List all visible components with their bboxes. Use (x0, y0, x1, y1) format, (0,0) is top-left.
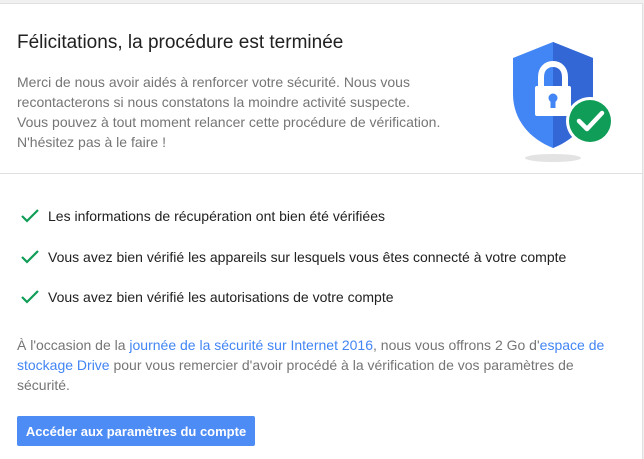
description-text: Merci de nous avoir aidés à renforcer vo… (17, 72, 477, 152)
checkmark-icon (21, 250, 39, 264)
account-settings-button[interactable]: Accéder aux paramètres du compte (17, 416, 255, 446)
divider (0, 173, 642, 174)
description-line: Merci de nous avoir aidés à renforcer vo… (17, 74, 410, 90)
card-header: Félicitations, la procédure est terminée… (0, 4, 642, 173)
checkmark-icon (21, 209, 39, 223)
promo-text-before: À l'occasion de la (17, 337, 130, 353)
confirmation-card: Félicitations, la procédure est terminée… (0, 3, 643, 459)
checklist-label: Vous avez bien vérifié les appareils sur… (48, 249, 567, 265)
checklist-label: Vous avez bien vérifié les autorisations… (48, 289, 394, 305)
description-line: Vous pouvez à tout moment relancer cette… (17, 114, 441, 130)
safer-internet-day-link[interactable]: journée de la sécurité sur Internet 2016 (129, 337, 373, 353)
shield-lock-check-icon (513, 42, 614, 162)
description-line: recontacterons si nous constatons la moi… (17, 94, 410, 110)
checklist-label: Les informations de récupération ont bie… (48, 208, 385, 224)
checkmark-icon (21, 290, 39, 304)
promo-text-middle: , nous vous offrons 2 Go d' (373, 337, 540, 353)
page-title: Félicitations, la procédure est terminée (17, 32, 344, 53)
promo-text: À l'occasion de la journée de la sécurit… (17, 335, 617, 395)
description-line: N'hésitez pas à le faire ! (17, 134, 166, 150)
